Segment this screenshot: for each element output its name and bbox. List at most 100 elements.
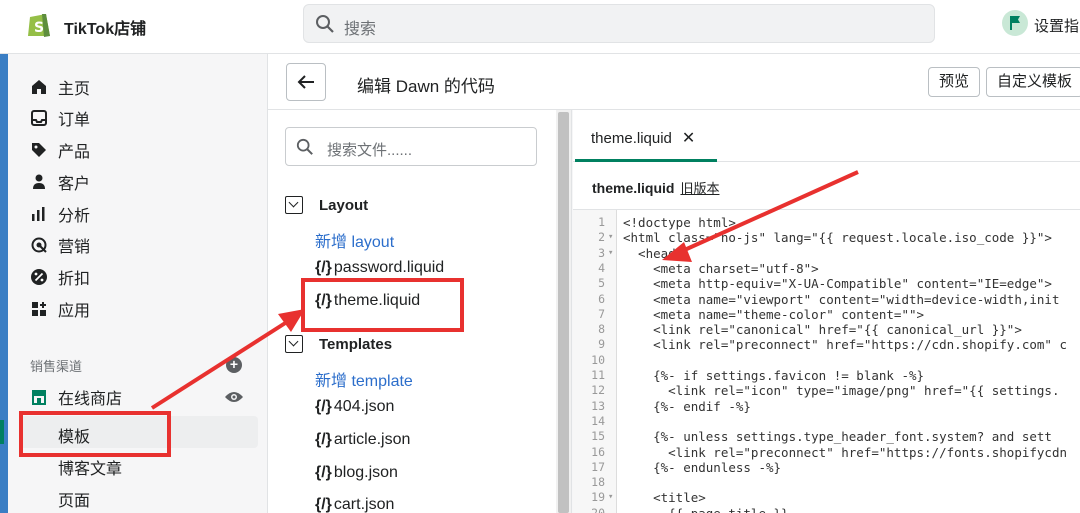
add-template-link[interactable]: 新增 template — [315, 367, 413, 391]
file-item-blog-json[interactable]: {/} blog.json — [315, 464, 398, 482]
file-search-input[interactable]: 搜索文件...... — [285, 127, 537, 166]
file-item-password-liquid[interactable]: {/} password.liquid — [315, 259, 444, 277]
liquid-file-icon: {/} — [315, 431, 332, 448]
line-number: 18 — [591, 475, 605, 490]
file-item-404-json[interactable]: {/} 404.json — [315, 398, 394, 416]
code-text: <meta charset="utf-8"> — [623, 260, 819, 276]
line-number: 20 — [591, 505, 605, 513]
line-number: 9 — [598, 337, 605, 352]
code-text: {{ page_title }} — [623, 506, 788, 513]
code-text: <meta http-equiv="X-UA-Compatible" conte… — [623, 276, 1052, 292]
sidebar-item-label: 折扣 — [58, 271, 91, 288]
search-placeholder: 搜索 — [344, 21, 377, 38]
sidebar-item-products[interactable]: 产品 — [30, 138, 90, 162]
older-versions-link[interactable]: 旧版本 — [680, 181, 719, 196]
sidebar-subitem-blog-posts[interactable]: 博客文章 — [58, 455, 122, 479]
sidebar-subitem-pages[interactable]: 页面 — [58, 487, 90, 511]
folder-expand-icon — [285, 335, 303, 353]
sidebar-item-orders[interactable]: 订单 — [30, 106, 90, 130]
target-icon — [31, 237, 47, 253]
file-list-scroll-thumb[interactable] — [558, 112, 569, 513]
customize-button[interactable]: 自定义模板 — [986, 67, 1080, 97]
active-item-indicator — [0, 420, 4, 444]
apps-icon — [32, 302, 46, 316]
line-number: 11 — [591, 368, 605, 382]
sidebar-item-marketing[interactable]: 营销 — [30, 233, 90, 257]
line-number: 4 — [598, 260, 605, 275]
code-text: <!doctype html> — [623, 215, 736, 230]
line-number: 6 — [598, 291, 605, 306]
fold-toggle-icon[interactable]: ▾ — [608, 490, 613, 505]
line-number: 8 — [598, 322, 605, 337]
line-number: 13 — [591, 398, 605, 413]
file-label: 404.json — [333, 398, 395, 415]
code-text: {%- unless settings.type_header_font.sys… — [623, 429, 1052, 445]
sidebar-item-analytics[interactable]: 分析 — [30, 202, 90, 226]
line-number: 2 — [598, 230, 605, 245]
sales-channels-heading: 销售渠道 — [30, 359, 83, 374]
add-layout-link[interactable]: 新增 layout — [315, 228, 394, 252]
line-number: 10 — [591, 352, 605, 367]
store-icon — [32, 390, 46, 405]
top-bar: S TikTok店铺 搜索 设置指 — [0, 0, 1080, 54]
tag-icon — [32, 143, 46, 157]
arrow-left-icon — [297, 75, 314, 89]
close-icon[interactable]: ✕ — [682, 130, 695, 147]
file-header: theme.liquid 旧版本 — [592, 178, 719, 197]
file-label: cart.json — [333, 496, 395, 513]
line-number: 3 — [598, 245, 605, 260]
folder-templates[interactable]: Templates — [285, 335, 392, 353]
code-area[interactable]: 1 <!doctype html> 2 ▾ <html class="no-js" la… — [573, 209, 1080, 513]
code-text: <meta name="viewport" content="width=dev… — [623, 291, 1060, 307]
file-item-cart-json[interactable]: {/} cart.json — [315, 496, 394, 513]
active-tab-underline — [575, 159, 717, 162]
file-item-theme-liquid[interactable]: {/} theme.liquid — [315, 292, 420, 310]
sidebar-item-apps[interactable]: 应用 — [30, 297, 90, 321]
eye-icon[interactable] — [224, 390, 244, 404]
back-button[interactable] — [286, 63, 326, 101]
sidebar-item-label: 分析 — [58, 208, 91, 225]
sidebar-item-label: 客户 — [58, 176, 91, 193]
code-text: <title> — [623, 490, 706, 506]
sidebar-item-home[interactable]: 主页 — [30, 75, 90, 99]
sidebar-item-customers[interactable]: 客户 — [30, 170, 90, 194]
line-number: 12 — [591, 383, 605, 398]
line-number: 19 — [591, 490, 605, 505]
page-title: 编辑 Dawn 的代码 — [357, 77, 495, 96]
sidebar-item-label: 应用 — [58, 303, 91, 320]
line-number: 1 — [598, 215, 605, 229]
code-text: <link rel="preconnect" href="https://cdn… — [623, 337, 1068, 353]
line-number: 7 — [598, 306, 605, 321]
line-number: 15 — [591, 429, 605, 444]
global-search-bar[interactable]: 搜索 — [303, 4, 935, 43]
tab-theme-liquid[interactable]: theme.liquid ✕ — [591, 128, 695, 148]
window-edge — [0, 54, 8, 513]
inbox-icon — [31, 110, 47, 126]
add-channel-icon[interactable]: + — [226, 357, 242, 373]
shopify-logo-icon[interactable]: S — [26, 10, 52, 38]
liquid-file-icon: {/} — [315, 292, 332, 309]
liquid-file-icon: {/} — [315, 496, 332, 513]
home-icon — [32, 80, 46, 94]
file-label: article.json — [333, 431, 411, 448]
store-name[interactable]: TikTok店铺 — [64, 15, 146, 39]
setup-guide-label: 设置指 — [1034, 18, 1080, 35]
sidebar-subitem-themes[interactable]: 模板 — [58, 423, 90, 447]
code-text: {%- endif -%} — [623, 398, 751, 414]
folder-layout[interactable]: Layout — [285, 196, 368, 214]
code-text: <link rel="icon" type="image/png" href="… — [623, 383, 1060, 399]
sidebar-item-online-store[interactable]: 在线商店 — [30, 385, 122, 409]
file-item-article-json[interactable]: {/} article.json — [315, 431, 410, 449]
fold-toggle-icon[interactable]: ▾ — [608, 246, 613, 261]
sidebar-item-label: 在线商店 — [58, 391, 123, 408]
sidebar-item-label: 主页 — [58, 81, 91, 98]
code-text: <head> — [623, 245, 684, 261]
sidebar-item-label: 产品 — [58, 144, 91, 161]
code-text: {%- if settings.favicon != blank -%} — [623, 368, 925, 383]
sidebar-item-discounts[interactable]: 折扣 — [30, 265, 90, 289]
line-number: 16 — [591, 444, 605, 459]
bar-chart-icon — [32, 207, 45, 221]
fold-toggle-icon[interactable]: ▾ — [608, 230, 613, 245]
preview-button[interactable]: 预览 — [928, 67, 981, 97]
file-search-placeholder: 搜索文件...... — [327, 142, 413, 159]
